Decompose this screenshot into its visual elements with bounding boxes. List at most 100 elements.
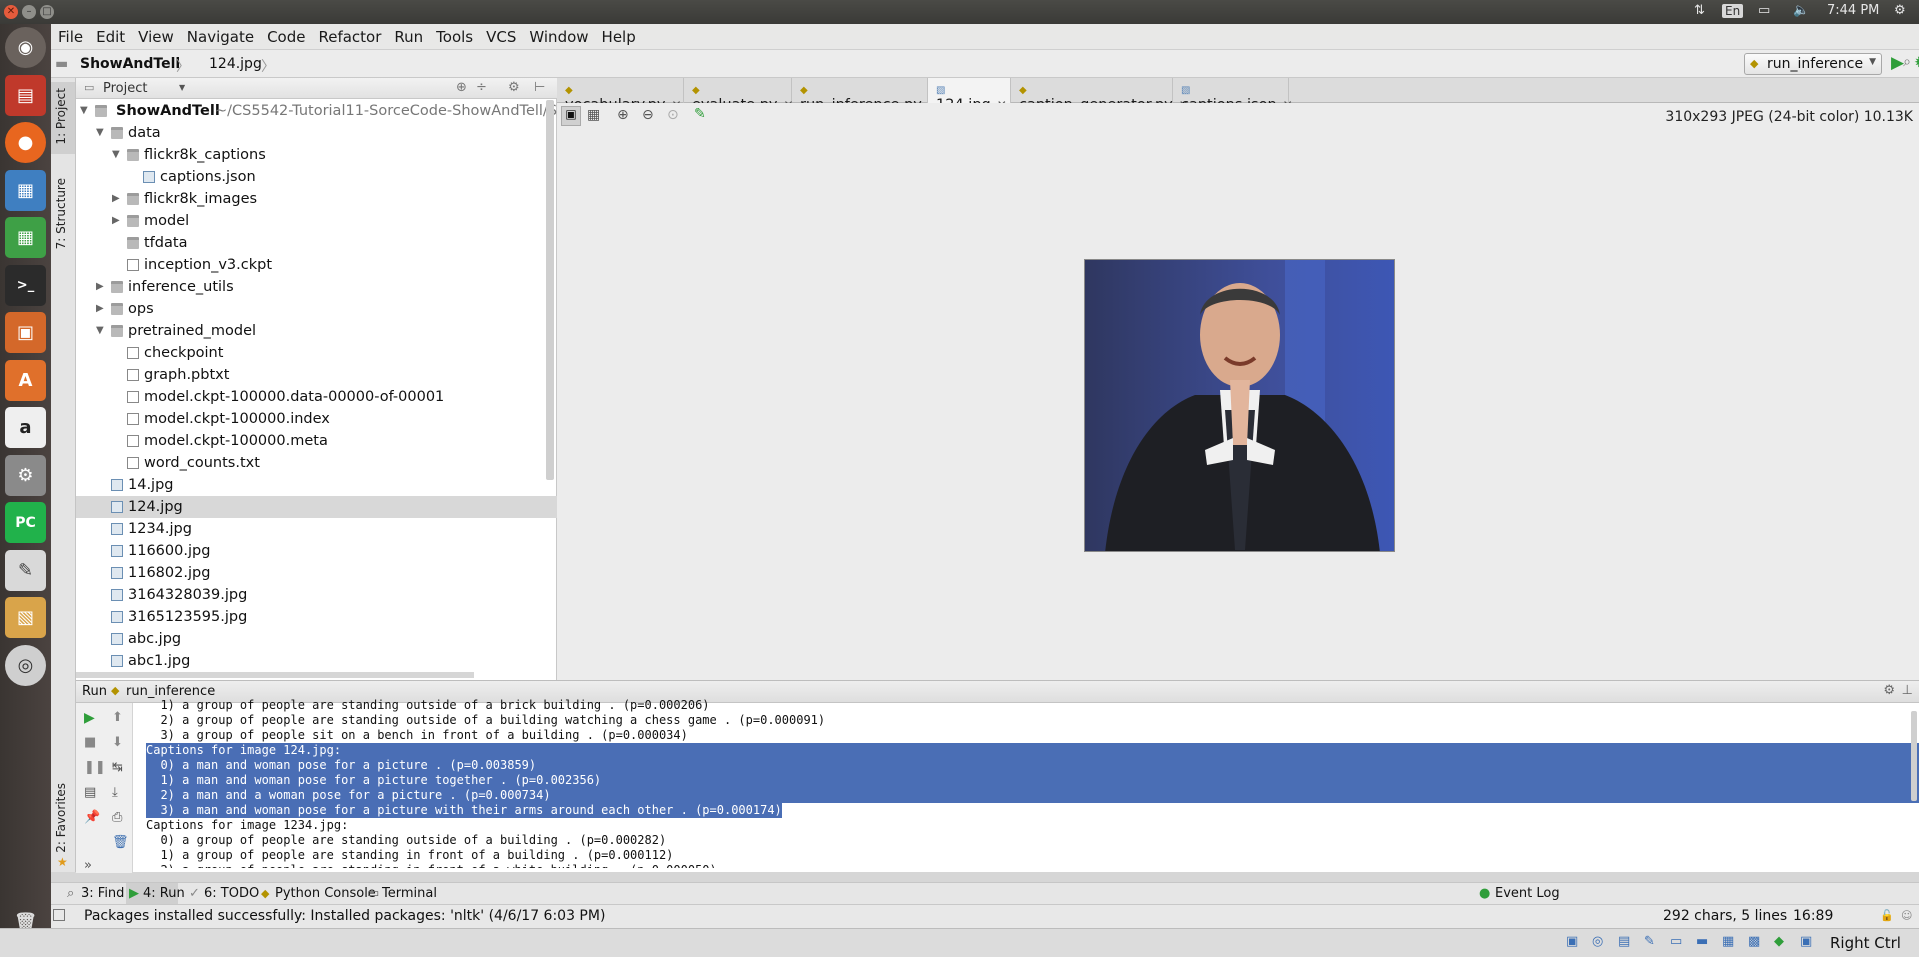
run-config-tab[interactable]: run_inference — [126, 684, 215, 699]
gear-icon[interactable]: ⚙ — [1883, 683, 1895, 698]
scroll-up-icon[interactable]: ⬆ — [112, 710, 123, 725]
color-picker-icon[interactable]: ✎ — [694, 106, 706, 122]
tree-item[interactable]: word_counts.txt — [76, 452, 557, 474]
editor-tab[interactable]: ◆ evaluate.py✕ — [684, 78, 794, 113]
editor-tab[interactable]: ◆ vocabulary.py✕ — [557, 78, 684, 113]
tab-structure[interactable]: 7: Structure — [54, 178, 68, 249]
print-icon[interactable]: ⎙ — [112, 810, 122, 825]
pycharm-icon[interactable]: PC — [5, 502, 46, 543]
tree-item[interactable]: model.ckpt-100000.meta — [76, 430, 557, 452]
status-panel-toggle-icon[interactable] — [53, 909, 65, 921]
tree-item[interactable]: 3164328039.jpg — [76, 584, 557, 606]
tree-item[interactable]: ▼ data — [76, 122, 557, 144]
dump-threads-icon[interactable]: ▤ — [84, 785, 96, 800]
scroll-down-icon[interactable]: ⬇ — [112, 735, 123, 750]
tree-item[interactable]: ▼ flickr8k_captions — [76, 144, 557, 166]
keyboard-language-indicator[interactable]: En — [1722, 4, 1744, 18]
chevron-down-icon[interactable]: ▼ — [96, 122, 108, 144]
optical-drive-icon[interactable]: ◎ — [1592, 934, 1603, 949]
tree-item[interactable]: ▼ pretrained_model — [76, 320, 557, 342]
software-center-icon[interactable]: A — [5, 360, 46, 401]
menu-vcs[interactable]: VCS — [479, 24, 522, 46]
pin-tab-icon[interactable]: 📌 — [84, 810, 100, 825]
chevron-right-icon[interactable]: ▶ — [112, 210, 124, 232]
breadcrumb-project[interactable]: ShowAndTell — [80, 56, 180, 72]
chevron-down-icon[interactable]: ▼ — [179, 83, 185, 92]
chevron-right-icon[interactable]: ▶ — [112, 188, 124, 210]
editor-tab[interactable]: ▧ 124.jpg✕ — [928, 78, 1011, 113]
tree-root[interactable]: ▼ ShowAndTell ~/CS5542-Tutorial11-SorceC… — [76, 100, 557, 122]
run-console-output[interactable]: 1) a group of people are standing outsid… — [142, 698, 1919, 868]
zoom-out-icon[interactable]: ⊖ — [642, 107, 654, 123]
tree-item[interactable]: model.ckpt-100000.data-00000-of-00001 — [76, 386, 557, 408]
menu-window[interactable]: Window — [522, 24, 594, 46]
collapse-all-icon[interactable]: ÷ — [476, 80, 487, 95]
zoom-in-icon[interactable]: ⊕ — [617, 107, 629, 123]
window-maximize-icon[interactable]: □ — [40, 5, 54, 19]
debug-button[interactable]: ✹ — [1914, 53, 1919, 73]
image-viewer-icon[interactable]: ▧ — [5, 597, 46, 638]
chevron-down-icon[interactable]: ▼ — [112, 144, 124, 166]
menu-file[interactable]: File — [51, 24, 89, 46]
breadcrumb-file[interactable]: 124.jpg — [209, 56, 262, 72]
tab-todo[interactable]: 6: TODO — [204, 886, 259, 901]
tree-item[interactable]: ▶ model — [76, 210, 557, 232]
chevron-right-icon[interactable]: ▶ — [96, 298, 108, 320]
tab-python-console[interactable]: Python Console — [275, 886, 376, 901]
hdd-icon[interactable]: ▣ — [1566, 934, 1578, 949]
stop-button[interactable]: ■ — [84, 735, 96, 750]
tree-scrollbar[interactable] — [546, 100, 554, 480]
menu-help[interactable]: Help — [595, 24, 642, 46]
menu-edit[interactable]: Edit — [89, 24, 131, 46]
cpu-icon[interactable]: ▩ — [1748, 934, 1760, 949]
chevron-down-icon[interactable]: ▼ — [80, 100, 92, 122]
tree-item[interactable]: tfdata — [76, 232, 557, 254]
text-editor-icon[interactable]: ✎ — [5, 550, 46, 591]
tree-item[interactable]: ▶ inference_utils — [76, 276, 557, 298]
tree-item[interactable]: 116802.jpg — [76, 562, 557, 584]
terminal-icon[interactable]: >_ — [5, 265, 46, 306]
global-search-icon[interactable]: ⌕ — [1903, 54, 1911, 70]
tree-item[interactable]: 124.jpg — [76, 496, 557, 518]
tree-item[interactable]: 14.jpg — [76, 474, 557, 496]
tree-item[interactable]: abc1.jpg — [76, 650, 557, 672]
actual-size-icon[interactable]: ⊙ — [667, 107, 679, 123]
menu-view[interactable]: View — [131, 24, 180, 46]
pause-button[interactable]: ❚❚ — [84, 760, 106, 775]
more-icon[interactable]: » — [84, 858, 92, 873]
tab-favorites[interactable]: 2: Favorites — [54, 783, 68, 853]
volume-icon[interactable]: 🔈 — [1793, 3, 1809, 18]
rerun-button[interactable]: ▶ — [84, 710, 95, 726]
status-message[interactable]: Packages installed successfully: Install… — [84, 908, 605, 924]
keyboard-capture-icon[interactable]: ▣ — [1800, 934, 1812, 949]
grid-toggle-icon[interactable]: ▦ — [587, 107, 600, 123]
tree-horizontal-scrollbar[interactable] — [76, 672, 474, 678]
scroll-from-source-icon[interactable]: ⊕ — [456, 80, 467, 95]
tab-event-log[interactable]: Event Log — [1495, 886, 1560, 901]
network-adapter-icon[interactable]: ✎ — [1644, 934, 1655, 949]
settings-gear-icon[interactable]: ⚙ — [1894, 3, 1906, 18]
menu-refactor[interactable]: Refactor — [311, 24, 387, 46]
tree-item[interactable]: 1234.jpg — [76, 518, 557, 540]
cursor-position[interactable]: 16:89 — [1793, 908, 1833, 924]
shared-folders-icon[interactable]: ▭ — [1670, 934, 1682, 949]
tree-item[interactable]: graph.pbtxt — [76, 364, 557, 386]
system-settings-icon[interactable]: ⚙ — [5, 455, 46, 496]
video-capture-icon[interactable]: ▦ — [1722, 934, 1734, 949]
menu-code[interactable]: Code — [260, 24, 311, 46]
run-config-select[interactable]: ◆ run_inference ▼ — [1744, 53, 1882, 75]
tree-item[interactable]: 116600.jpg — [76, 540, 557, 562]
background-toggle-icon[interactable]: ▣ — [561, 106, 581, 126]
chevron-right-icon[interactable]: ▶ — [96, 276, 108, 298]
tree-item[interactable]: model.ckpt-100000.index — [76, 408, 557, 430]
menu-tools[interactable]: Tools — [429, 24, 479, 46]
tab-run[interactable]: 4: Run — [143, 886, 185, 901]
scroll-to-end-icon[interactable]: ⤓ — [112, 785, 118, 800]
tab-find[interactable]: 3: Find — [81, 886, 124, 901]
calc-icon[interactable]: ▦ — [5, 217, 46, 258]
clock[interactable]: 7:44 PM — [1827, 3, 1879, 18]
console-scrollbar[interactable] — [1911, 711, 1917, 801]
chevron-down-icon[interactable]: ▼ — [96, 320, 108, 342]
gear-icon[interactable]: ⚙ — [508, 80, 520, 95]
inspector-icon[interactable]: ☺ — [1901, 909, 1912, 922]
